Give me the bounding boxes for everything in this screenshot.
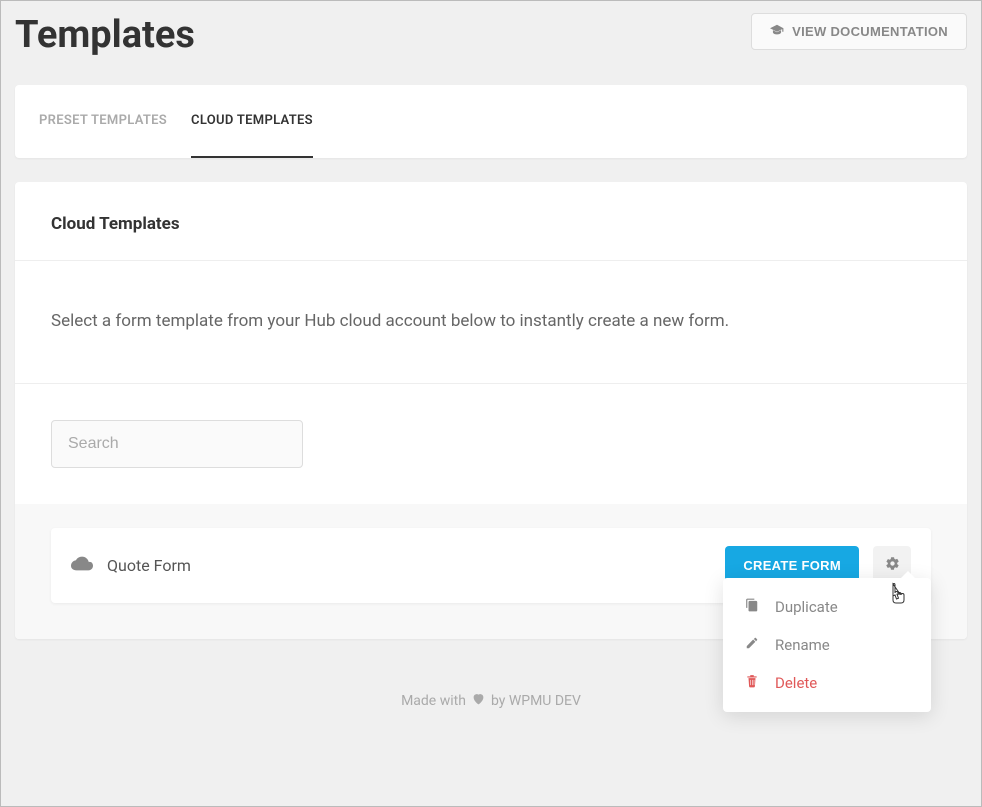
dropdown-duplicate-label: Duplicate (775, 598, 838, 616)
page-header: Templates VIEW DOCUMENTATION (1, 1, 981, 85)
main-panel: Cloud Templates Select a form template f… (15, 182, 967, 639)
section-title: Cloud Templates (15, 182, 967, 261)
template-name: Quote Form (107, 556, 725, 575)
section-description: Select a form template from your Hub clo… (15, 261, 967, 384)
template-row: Quote Form CREATE FORM Duplicate (51, 528, 931, 603)
page-root: Templates VIEW DOCUMENTATION PRESET TEMP… (1, 1, 981, 721)
heart-icon (472, 693, 485, 709)
copy-icon (745, 598, 759, 616)
search-input[interactable] (51, 420, 303, 468)
dropdown-delete[interactable]: Delete (723, 664, 931, 702)
tabs-container: PRESET TEMPLATES CLOUD TEMPLATES (15, 85, 967, 158)
dropdown-rename[interactable]: Rename (723, 626, 931, 664)
gear-icon (885, 556, 900, 574)
template-list: Quote Form CREATE FORM Duplicate (15, 504, 967, 639)
page-title: Templates (15, 13, 195, 57)
doc-button-label: VIEW DOCUMENTATION (792, 24, 948, 39)
tab-cloud-templates[interactable]: CLOUD TEMPLATES (191, 85, 313, 158)
dropdown-rename-label: Rename (775, 636, 830, 654)
footer-suffix: by WPMU DEV (491, 693, 581, 709)
search-section (15, 384, 967, 504)
graduation-cap-icon (770, 24, 784, 39)
trash-icon (745, 674, 759, 692)
settings-dropdown: Duplicate Rename Delete (723, 578, 931, 712)
tab-preset-templates[interactable]: PRESET TEMPLATES (39, 85, 167, 158)
pencil-icon (745, 636, 759, 654)
dropdown-delete-label: Delete (775, 674, 817, 692)
view-documentation-button[interactable]: VIEW DOCUMENTATION (751, 13, 967, 50)
footer-prefix: Made with (401, 693, 466, 709)
dropdown-duplicate[interactable]: Duplicate (723, 588, 931, 626)
cloud-icon (71, 555, 107, 575)
